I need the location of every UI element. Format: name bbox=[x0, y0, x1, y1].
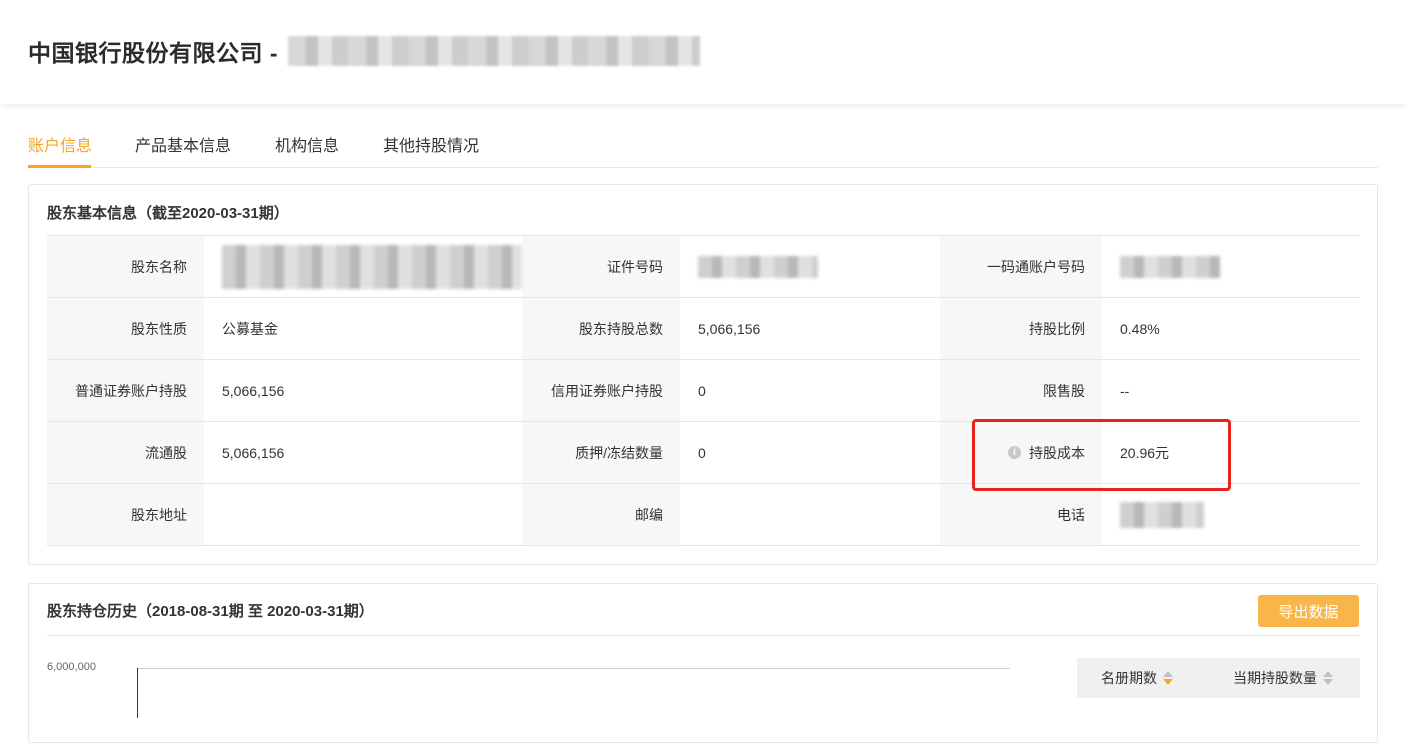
redacted-phone bbox=[1120, 501, 1204, 528]
field-value: 0 bbox=[680, 360, 940, 421]
field-value bbox=[204, 236, 522, 297]
company-title-text: 中国银行股份有限公司 - bbox=[28, 40, 279, 66]
table-row: 股东名称 证件号码 一码通账户号码 bbox=[47, 236, 1360, 298]
tab-institution-info[interactable]: 机构信息 bbox=[275, 132, 339, 156]
field-label: 流通股 bbox=[47, 422, 204, 483]
chart-gridline bbox=[137, 668, 1010, 669]
holding-history-card: 股东持仓历史（2018-08-31期 至 2020-03-31期） 导出数据 6… bbox=[28, 583, 1378, 743]
column-header-holdings[interactable]: 当期持股数量 bbox=[1233, 668, 1333, 688]
shareholder-info-title: 股东基本信息（截至2020-03-31期） bbox=[47, 205, 289, 222]
holding-history-chart: 6,000,000 bbox=[47, 654, 1027, 718]
sort-icon[interactable] bbox=[1163, 671, 1173, 685]
y-tick-label: 6,000,000 bbox=[47, 661, 96, 673]
field-value bbox=[1102, 484, 1360, 545]
field-label: 一码通账户号码 bbox=[940, 236, 1102, 297]
field-label: 质押/冻结数量 bbox=[522, 422, 680, 483]
field-value: 公募基金 bbox=[204, 298, 522, 359]
column-header-label: 名册期数 bbox=[1101, 670, 1157, 686]
column-header-label: 当期持股数量 bbox=[1233, 670, 1317, 686]
company-title: 中国银行股份有限公司 - bbox=[28, 34, 701, 68]
tab-account-info[interactable]: 账户信息 bbox=[28, 132, 92, 156]
shareholder-info-card: 股东基本信息（截至2020-03-31期） 股东名称 证件号码 一码通账户号码 … bbox=[28, 184, 1378, 565]
redacted-fund-name bbox=[288, 36, 701, 66]
active-tab-indicator bbox=[28, 165, 91, 168]
field-label: 股东性质 bbox=[47, 298, 204, 359]
field-label: 股东持股总数 bbox=[522, 298, 680, 359]
field-value: 0 bbox=[680, 422, 940, 483]
column-header-period[interactable]: 名册期数 bbox=[1101, 668, 1173, 688]
field-label: 限售股 bbox=[940, 360, 1102, 421]
tab-other-holdings[interactable]: 其他持股情况 bbox=[383, 132, 479, 156]
field-label: 信用证券账户持股 bbox=[522, 360, 680, 421]
field-label: 股东名称 bbox=[47, 236, 204, 297]
chart-y-axis bbox=[137, 668, 138, 718]
sort-icon[interactable] bbox=[1323, 671, 1333, 685]
redacted-id-number bbox=[698, 255, 818, 278]
export-data-button[interactable]: 导出数据 bbox=[1258, 595, 1359, 627]
history-table-header: 名册期数 当期持股数量 bbox=[1077, 658, 1360, 698]
field-label: 电话 bbox=[940, 484, 1102, 545]
field-label: 证件号码 bbox=[522, 236, 680, 297]
field-label: 邮编 bbox=[522, 484, 680, 545]
field-value: 5,066,156 bbox=[204, 360, 522, 421]
field-value bbox=[204, 484, 522, 545]
field-label: 股东地址 bbox=[47, 484, 204, 545]
field-value bbox=[680, 484, 940, 545]
table-row: 股东地址 邮编 电话 bbox=[47, 484, 1360, 546]
table-row: 股东性质 公募基金 股东持股总数 5,066,156 持股比例 0.48% bbox=[47, 298, 1360, 360]
field-value: 5,066,156 bbox=[680, 298, 940, 359]
shareholder-info-table: 股东名称 证件号码 一码通账户号码 股东性质 公募基金 股东持股总数 5,066… bbox=[47, 235, 1360, 546]
field-value: 5,066,156 bbox=[204, 422, 522, 483]
field-value bbox=[680, 236, 940, 297]
table-row: 普通证券账户持股 5,066,156 信用证券账户持股 0 限售股 -- bbox=[47, 360, 1360, 422]
tab-bar: 账户信息 产品基本信息 机构信息 其他持股情况 bbox=[28, 122, 1378, 168]
highlight-annotation-box bbox=[972, 419, 1231, 491]
tab-product-info[interactable]: 产品基本信息 bbox=[135, 132, 231, 156]
field-value: -- bbox=[1102, 360, 1360, 421]
field-label: 持股比例 bbox=[940, 298, 1102, 359]
redacted-shareholder-name bbox=[222, 244, 522, 289]
field-value bbox=[1102, 236, 1360, 297]
divider bbox=[47, 635, 1360, 636]
field-label: 普通证券账户持股 bbox=[47, 360, 204, 421]
page-header: 中国银行股份有限公司 - bbox=[0, 0, 1406, 104]
holding-history-title: 股东持仓历史（2018-08-31期 至 2020-03-31期） bbox=[47, 603, 374, 620]
redacted-account-number bbox=[1120, 255, 1220, 278]
field-value: 0.48% bbox=[1102, 298, 1360, 359]
